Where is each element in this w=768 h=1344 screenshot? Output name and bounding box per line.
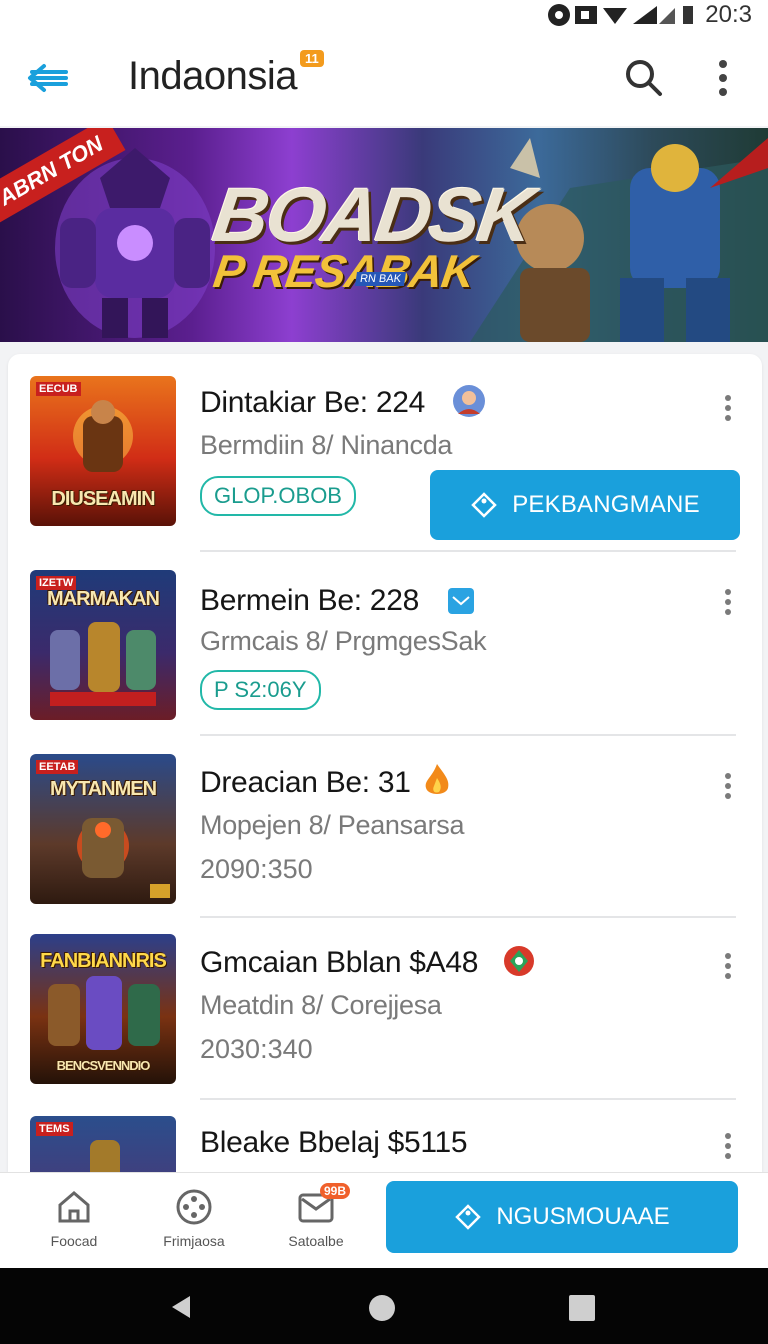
thumbnail-label: TEMS — [36, 1122, 73, 1136]
thumbnail-title: FANBIANNRIS — [40, 950, 167, 972]
app-title: Indaonsia — [128, 54, 297, 98]
game-meta: 2030:340 — [200, 1034, 313, 1064]
app-bar: Indaonsia 11 — [0, 30, 768, 126]
status-bar: 20:3 — [0, 0, 768, 30]
game-thumbnail: TEMS — [30, 1116, 176, 1172]
badge-icon — [504, 946, 534, 976]
primary-action-button[interactable]: PEKBANGMANE — [430, 470, 740, 540]
nav-games[interactable]: Frimjaosa — [146, 1187, 242, 1249]
game-name: Bermein Be: 228 — [200, 584, 419, 617]
status-chip[interactable]: GLOP.OBOB — [200, 476, 356, 516]
item-menu-icon[interactable] — [718, 586, 738, 622]
gamepad-icon — [176, 1189, 212, 1225]
signal-icon — [548, 4, 694, 26]
thumbnail-title: MARMAKAN — [47, 588, 160, 610]
status-chip[interactable]: P S2:06Y — [200, 670, 321, 710]
status-icons — [545, 2, 695, 28]
recents-nav-icon[interactable] — [568, 1294, 596, 1322]
system-navigation-bar — [0, 1268, 768, 1344]
game-thumbnail: FANBIANNRIS BENCSVENNDIO — [30, 934, 176, 1084]
thumbnail-art — [77, 818, 170, 898]
thumbnail-label: EETAB — [36, 760, 79, 774]
bottom-action-button[interactable]: NGUSMOUAAE — [386, 1181, 738, 1253]
title-badge: 11 — [300, 50, 324, 67]
thumbnail-title: MYTANMEN — [49, 778, 157, 800]
bottom-action-label: NGUSMOUAAE — [496, 1203, 670, 1230]
game-subtitle: Bermdiin 8/ Ninancda — [200, 430, 453, 460]
list-item[interactable]: FANBIANNRIS BENCSVENNDIO Gmcaian Bblan $… — [8, 918, 762, 1100]
nav-label: Frimjaosa — [163, 1233, 225, 1249]
home-icon — [58, 1191, 90, 1223]
hero-left-illustration — [55, 148, 215, 338]
nav-messages[interactable]: 99B Satoalbe — [268, 1183, 364, 1249]
game-subtitle: Grmcais 8/ PrgmgesSak — [200, 626, 487, 656]
list-item[interactable]: EETAB MYTANMEN Dreacian Be: 31 Mopejen 8… — [8, 736, 762, 918]
list-item[interactable]: IZETW MARMAKAN Bermein Be: 228 Grmcais 8… — [8, 552, 762, 736]
back-arrow-icon[interactable] — [26, 58, 70, 98]
item-menu-icon[interactable] — [718, 1130, 738, 1166]
game-thumbnail: EETAB MYTANMEN — [30, 754, 176, 904]
game-name: Dreacian Be: 31 — [200, 766, 411, 799]
nav-badge: 99B — [320, 1183, 351, 1199]
primary-action-label: PEKBANGMANE — [512, 491, 700, 518]
thumbnail-label: EECUB — [36, 382, 81, 396]
nav-label: Foocad — [50, 1233, 98, 1249]
search-icon[interactable] — [622, 56, 666, 100]
home-nav-icon[interactable] — [368, 1294, 396, 1322]
status-time: 20:3 — [705, 1, 752, 28]
banner-subheadline: P RESABAK — [210, 245, 478, 297]
back-nav-icon[interactable] — [168, 1294, 194, 1320]
game-list: EECUB DIUSEAMIN Dintakiar Be: 224 Bermdi… — [8, 354, 762, 1172]
game-subtitle: Mopejen 8/ Peansarsa — [200, 810, 465, 840]
thumbnail-title: DIUSEAMIN — [51, 488, 155, 510]
promo-banner[interactable]: ABRN TON BOADSK P RESABAK RN BAK — [0, 128, 768, 342]
game-name: Dintakiar Be: 224 — [200, 386, 426, 419]
game-subtitle: Meatdin 8/ Corejjesa — [200, 990, 442, 1020]
game-thumbnail: EECUB DIUSEAMIN — [30, 376, 176, 526]
game-thumbnail: IZETW MARMAKAN — [30, 570, 176, 720]
more-vert-icon[interactable] — [708, 56, 738, 100]
list-item[interactable]: EECUB DIUSEAMIN Dintakiar Be: 224 Bermdi… — [8, 354, 762, 554]
tag-icon — [471, 492, 497, 518]
game-name: Gmcaian Bblan $A48 — [200, 946, 479, 979]
item-menu-icon[interactable] — [718, 770, 738, 806]
banner-tag: RN BAK — [355, 272, 406, 286]
avatar-icon — [453, 385, 485, 417]
item-menu-icon[interactable] — [718, 392, 738, 428]
game-meta: 2090:350 — [200, 854, 313, 884]
game-name: Bleake Bbelaj $5115 — [200, 1126, 468, 1159]
mail-icon — [448, 588, 474, 614]
tag-icon — [455, 1204, 482, 1230]
list-item[interactable]: TEMS Bleake Bbelaj $5115 — [8, 1100, 762, 1172]
item-menu-icon[interactable] — [718, 950, 738, 986]
bottom-navigation: Foocad Frimjaosa 99B Satoalbe NGUSMOUAAE — [0, 1172, 768, 1268]
fire-icon — [425, 764, 449, 794]
thumbnail-footer: BENCSVENNDIO — [56, 1058, 151, 1073]
nav-label: Satoalbe — [288, 1233, 344, 1249]
nav-home[interactable]: Foocad — [26, 1187, 122, 1249]
